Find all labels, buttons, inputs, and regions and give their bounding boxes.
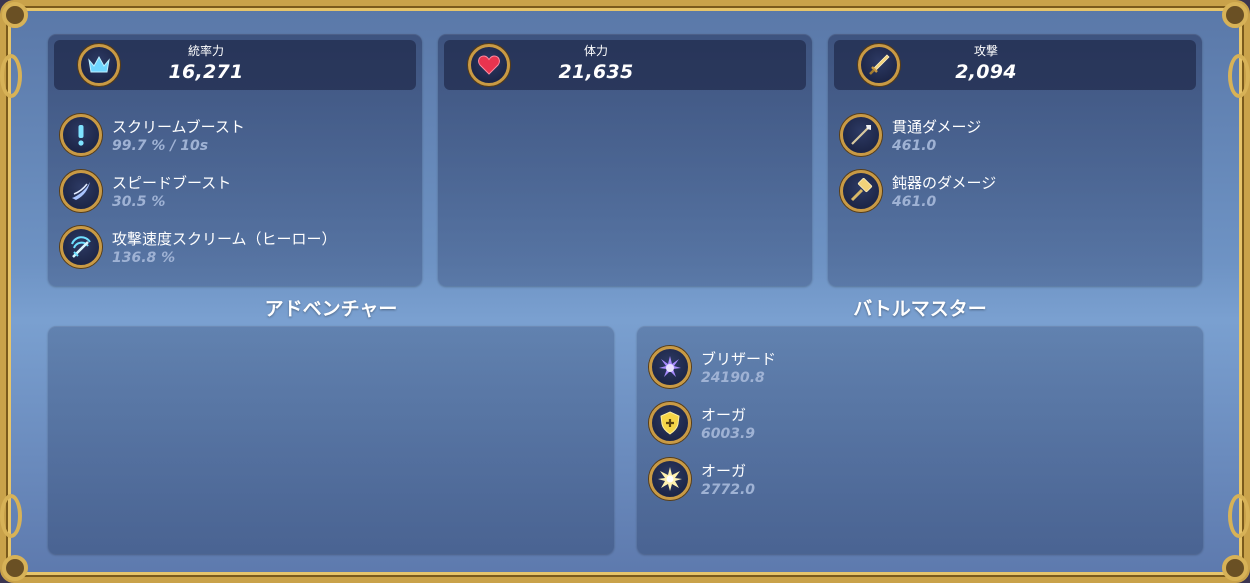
buff-value: 99.7 % / 10s xyxy=(112,138,209,154)
buff-value: 461.0 xyxy=(892,138,937,154)
wing-icon xyxy=(60,170,102,212)
skill-name: オーガ xyxy=(701,406,747,424)
skill-name: ブリザード xyxy=(701,350,777,368)
section-title-adventure: アドベンチャー xyxy=(264,298,398,320)
scream-sword-icon xyxy=(60,226,102,268)
buff-name: 鈍器のダメージ xyxy=(892,174,997,192)
adventure-panel xyxy=(48,326,614,554)
heart-icon xyxy=(468,44,510,86)
battle-master-panel: ブリザード 24190.8 オーガ 6003.9 オーガ 2772.0 xyxy=(637,326,1203,554)
crown-icon xyxy=(78,44,120,86)
buff-name: スクリームブースト xyxy=(112,118,245,136)
buff-value: 136.8 % xyxy=(112,250,176,266)
buff-value: 30.5 % xyxy=(112,194,166,210)
section-title-battle-master: バトルマスター xyxy=(853,298,987,320)
frame-corner-ornament xyxy=(1222,555,1248,581)
skill-value: 2772.0 xyxy=(701,482,756,498)
health-panel: 体力 21,635 xyxy=(438,34,812,286)
skill-value: 24190.8 xyxy=(701,370,765,386)
stat-value: 16,271 xyxy=(168,61,244,83)
attack-panel: 攻撃 2,094 貫通ダメージ 461.0 鈍器のダメージ 461.0 xyxy=(828,34,1202,286)
shield-plus-icon xyxy=(649,402,691,444)
sword-icon xyxy=(858,44,900,86)
stat-value: 2,094 xyxy=(955,61,1017,83)
command-header: 統率力 16,271 xyxy=(54,40,416,90)
buff-name: 攻撃速度スクリーム（ヒーロー） xyxy=(112,230,337,248)
buff-name: スピードブースト xyxy=(112,174,232,192)
stat-value: 21,635 xyxy=(558,61,634,83)
frame-side-ornament xyxy=(0,54,22,98)
hammer-icon xyxy=(840,170,882,212)
frame-corner-ornament xyxy=(2,2,28,28)
stat-label: 体力 xyxy=(583,44,608,58)
frame-side-ornament xyxy=(0,494,22,538)
frame-corner-ornament xyxy=(2,555,28,581)
blizzard-burst-icon xyxy=(649,346,691,388)
exclamation-icon xyxy=(60,114,102,156)
attack-header: 攻撃 2,094 xyxy=(834,40,1196,90)
buff-name: 貫通ダメージ xyxy=(892,118,982,136)
stat-label: 攻撃 xyxy=(973,44,998,58)
frame-corner-ornament xyxy=(1222,2,1248,28)
frame-side-ornament xyxy=(1228,494,1250,538)
star-burst-icon xyxy=(649,458,691,500)
skill-name: オーガ xyxy=(701,462,747,480)
stat-label: 統率力 xyxy=(187,44,224,58)
health-header: 体力 21,635 xyxy=(444,40,806,90)
spear-icon xyxy=(840,114,882,156)
frame-side-ornament xyxy=(1228,54,1250,98)
command-panel: 統率力 16,271 スクリームブースト 99.7 % / 10s スピードブー… xyxy=(48,34,422,286)
skill-value: 6003.9 xyxy=(701,426,756,442)
buff-value: 461.0 xyxy=(892,194,937,210)
